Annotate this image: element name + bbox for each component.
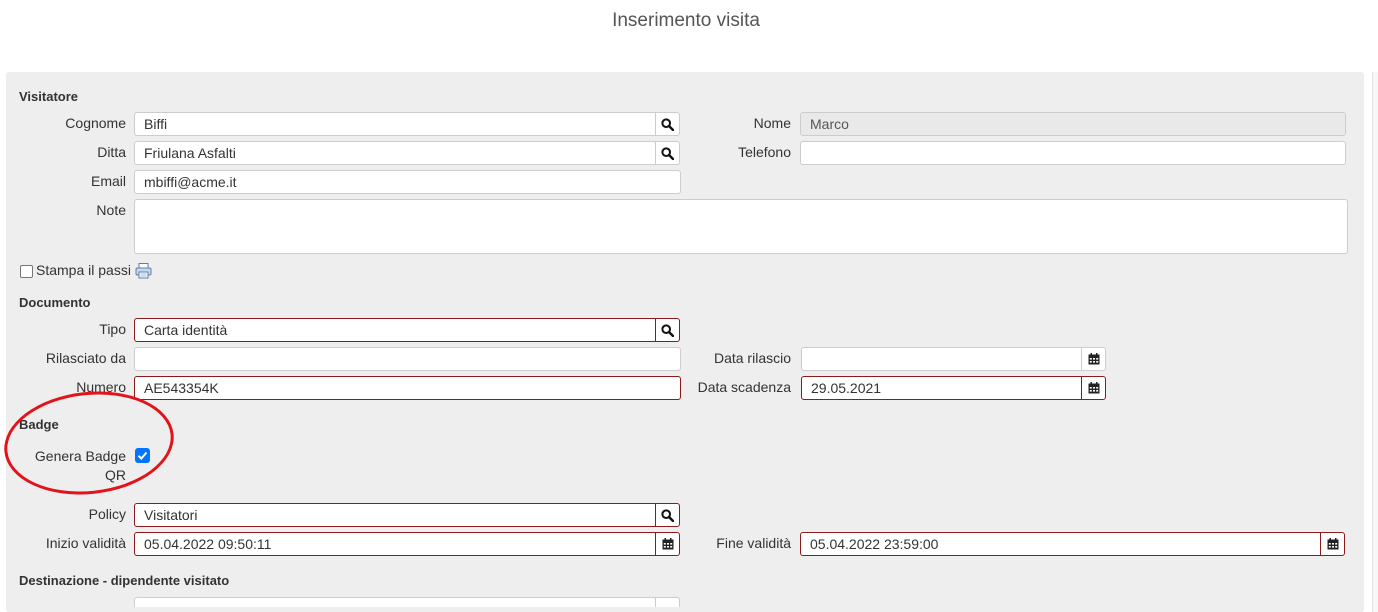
email-input[interactable]: mbiffi@acme.it xyxy=(134,170,681,194)
rilasciato-da-label: Rilasciato da xyxy=(45,350,126,366)
inizio-validita-input[interactable]: 05.04.2022 09:50:11 xyxy=(134,532,656,556)
calendar-icon xyxy=(1088,382,1099,394)
section-title-documento: Documento xyxy=(19,295,91,310)
search-icon xyxy=(661,508,674,522)
fine-validita-label: Fine validità xyxy=(716,535,791,551)
nome-input[interactable]: Marco xyxy=(800,112,1346,136)
note-label: Note xyxy=(96,202,126,218)
stampa-passi-checkbox[interactable] xyxy=(20,265,33,278)
telefono-input[interactable] xyxy=(800,141,1346,165)
cognome-input[interactable]: Biffi xyxy=(134,112,656,136)
section-title-destinazione: Destinazione - dipendente visitato xyxy=(19,573,230,588)
ditta-input[interactable]: Friulana Asfalti xyxy=(134,141,656,165)
email-label: Email xyxy=(90,173,126,189)
policy-input[interactable]: Visitatori xyxy=(134,503,656,527)
inizio-validita-label: Inizio validità xyxy=(45,535,126,551)
rilasciato-da-input[interactable] xyxy=(134,347,681,371)
calendar-icon xyxy=(1327,538,1338,550)
data-rilascio-calendar-button[interactable] xyxy=(1081,347,1106,371)
tipo-label: Tipo xyxy=(99,321,126,337)
tipo-search-button[interactable] xyxy=(655,318,680,342)
data-rilascio-input[interactable] xyxy=(801,347,1082,371)
fine-validita-calendar-button[interactable] xyxy=(1320,532,1345,556)
ditta-label: Ditta xyxy=(97,144,126,160)
numero-input[interactable]: AE543354K xyxy=(134,376,681,400)
data-rilascio-label: Data rilascio xyxy=(713,350,791,366)
destinazione-search-button-partial[interactable] xyxy=(655,597,680,607)
printer-icon[interactable] xyxy=(135,262,152,279)
nome-label: Nome xyxy=(753,115,791,131)
note-textarea[interactable] xyxy=(134,199,1348,254)
data-scadenza-input[interactable]: 29.05.2021 xyxy=(801,376,1082,400)
search-icon xyxy=(661,323,674,337)
ditta-search-button[interactable] xyxy=(655,141,680,165)
inizio-validita-calendar-button[interactable] xyxy=(655,532,680,556)
fine-validita-input[interactable]: 05.04.2022 23:59:00 xyxy=(800,532,1321,556)
destinazione-input-partial[interactable] xyxy=(134,597,656,607)
side-scroll-strip xyxy=(1372,72,1378,612)
policy-search-button[interactable] xyxy=(655,503,680,527)
section-title-visitatore: Visitatore xyxy=(19,89,79,104)
search-icon xyxy=(661,117,674,131)
cognome-search-button[interactable] xyxy=(655,112,680,136)
tipo-input[interactable]: Carta identità xyxy=(134,318,656,342)
page-title: Inserimento visita xyxy=(612,10,760,31)
policy-label: Policy xyxy=(88,506,126,522)
calendar-icon xyxy=(662,538,673,550)
cognome-label: Cognome xyxy=(65,115,126,131)
data-scadenza-label: Data scadenza xyxy=(697,379,791,395)
calendar-icon xyxy=(1088,353,1099,365)
search-icon xyxy=(661,146,674,160)
telefono-label: Telefono xyxy=(738,144,791,160)
stampa-passi-label: Stampa il passi xyxy=(36,262,131,278)
data-scadenza-calendar-button[interactable] xyxy=(1081,376,1106,400)
